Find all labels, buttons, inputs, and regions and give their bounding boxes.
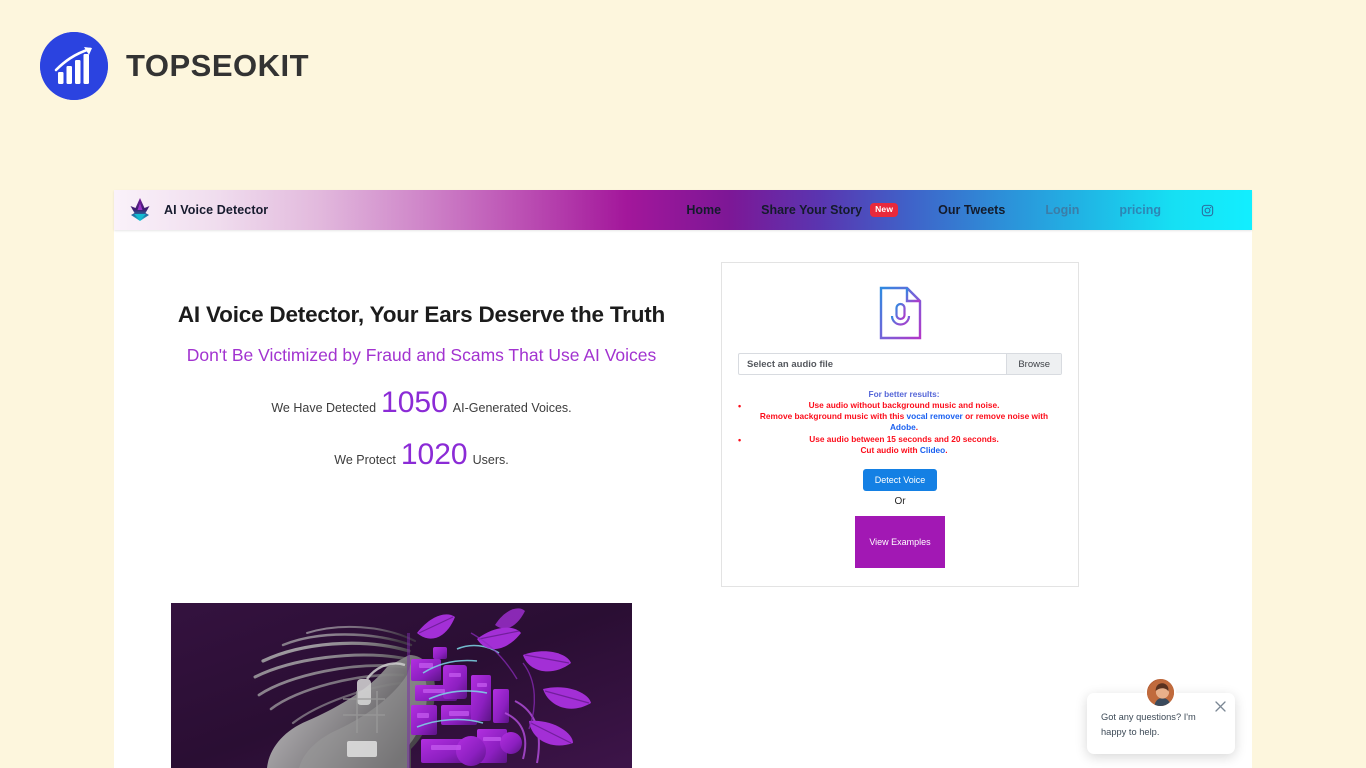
nav-link-pricing[interactable]: pricing	[1099, 203, 1181, 217]
nav-link-login-label: Login	[1045, 203, 1080, 217]
agent-avatar	[1145, 676, 1176, 708]
hero-subtitle: Don't Be Victimized by Fraud and Scams T…	[186, 345, 657, 365]
audio-file-input[interactable]	[739, 354, 1007, 374]
bullet-icon: •	[738, 434, 742, 445]
tip-2-line-2-post: .	[945, 444, 948, 455]
stat-detected-suffix: AI-Generated Voices.	[452, 401, 572, 415]
close-icon[interactable]	[1214, 700, 1227, 713]
nav-link-home[interactable]: Home	[666, 203, 741, 217]
nav-link-login[interactable]: Login	[1025, 203, 1099, 217]
clideo-link[interactable]: Clideo	[920, 445, 945, 455]
nav-link-share-your-story-label: Share Your Story	[761, 203, 863, 217]
navbar-links: Home Share Your Story New Our Tweets Log…	[666, 203, 1230, 217]
tip-1-line-1: Use audio without background music and n…	[808, 400, 1000, 410]
tip-item: • Use audio between 15 seconds and 20 se…	[738, 433, 1062, 456]
stat-detected-prefix: We Have Detected	[271, 401, 377, 415]
tips-block: For better results: • Use audio without …	[738, 389, 1062, 456]
stat-protected-prefix: We Protect	[334, 453, 396, 467]
detect-voice-button[interactable]: Detect Voice	[862, 468, 938, 491]
bullet-icon: •	[738, 401, 742, 411]
ai-voice-hero-artwork	[171, 603, 632, 768]
tip-1-line-2-mid: or remove noise with	[962, 410, 1049, 421]
or-separator-label: Or	[894, 495, 906, 507]
file-picker-row: Browse	[738, 353, 1062, 375]
upload-card: Browse For better results: • Use audio w…	[721, 262, 1079, 587]
adobe-link[interactable]: Adobe	[890, 422, 916, 432]
new-badge: New	[870, 203, 899, 217]
chat-widget: Got any questions? I'm happy to help.	[1087, 676, 1347, 754]
hero-section: AI Voice Detector, Your Ears Deserve the…	[114, 230, 1252, 587]
nav-link-our-tweets-label: Our Tweets	[938, 203, 1006, 217]
hero-right-column: Browse For better results: • Use audio w…	[721, 262, 1252, 587]
audio-waveform-icon	[128, 197, 152, 223]
chat-message-text: Got any questions? I'm happy to help.	[1101, 711, 1196, 737]
page-title: AI Voice Detector, Your Ears Deserve the…	[177, 302, 666, 327]
stat-detected-number: 1050	[381, 386, 448, 419]
audio-file-microphone-icon	[738, 285, 1062, 341]
navbar: AI Voice Detector Home Share Your Story …	[114, 190, 1252, 230]
chat-message-card: Got any questions? I'm happy to help.	[1087, 676, 1235, 754]
view-examples-button[interactable]: View Examples	[855, 515, 945, 568]
nav-link-share-your-story[interactable]: Share Your Story New	[741, 203, 918, 217]
site-brand[interactable]: TOPSEOKIT	[40, 32, 309, 100]
bar-chart-arrow-icon	[40, 32, 108, 100]
nav-link-pricing-label: pricing	[1119, 203, 1161, 217]
stat-protected-number: 1020	[400, 438, 468, 471]
instagram-icon[interactable]	[1181, 204, 1230, 217]
tip-1-line-2-pre: Remove background music with this	[759, 410, 907, 421]
hero-left-column: AI Voice Detector, Your Ears Deserve the…	[114, 262, 721, 587]
tip-2-line-1: Use audio between 15 seconds and 20 seco…	[809, 433, 999, 444]
stat-detected: We Have Detected 1050 AI-Generated Voice…	[122, 388, 721, 418]
brand-wordmark: TOPSEOKIT	[126, 48, 310, 83]
nav-link-our-tweets[interactable]: Our Tweets	[918, 203, 1025, 217]
app-panel: AI Voice Detector Home Share Your Story …	[114, 190, 1252, 768]
vocal-remover-link[interactable]: vocal remover	[907, 411, 963, 421]
browse-button[interactable]: Browse	[1006, 354, 1061, 374]
upload-cta-group: Detect Voice Or View Examples	[738, 468, 1062, 568]
tip-1-line-2-post: .	[915, 421, 919, 432]
stat-protected: We Protect 1020 Users.	[122, 440, 721, 470]
navbar-brand-label: AI Voice Detector	[164, 203, 269, 217]
tip-2-line-2-pre: Cut audio with	[860, 444, 920, 455]
nav-link-home-label: Home	[686, 203, 722, 217]
navbar-brand[interactable]: AI Voice Detector	[128, 197, 268, 223]
tips-heading: For better results:	[868, 389, 940, 399]
tip-item: • Use audio without background music and…	[738, 400, 1062, 433]
stat-protected-suffix: Users.	[472, 453, 509, 467]
